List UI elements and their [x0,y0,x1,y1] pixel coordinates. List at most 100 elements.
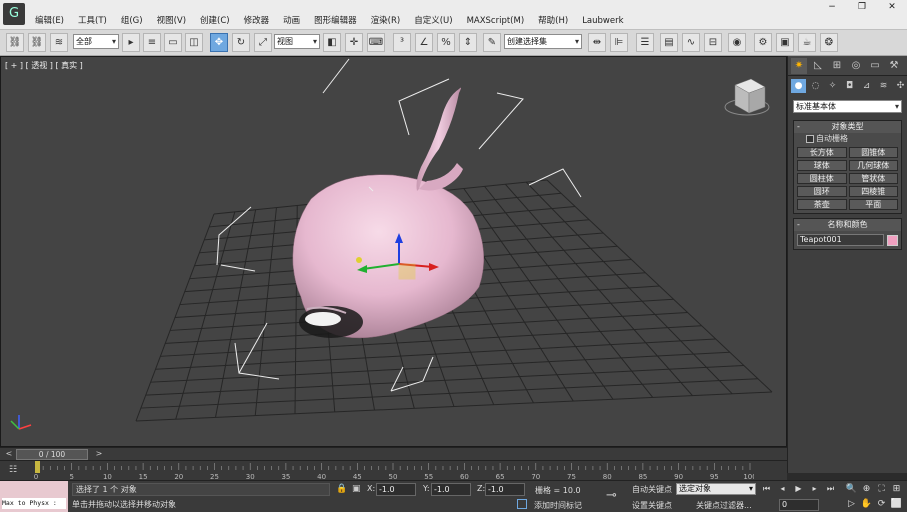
object-type-header[interactable]: 对象类型 [794,121,901,133]
rendered-frame-icon[interactable]: ▣ [776,33,794,52]
orbit-icon[interactable]: ⟳ [874,498,889,510]
goto-start-icon[interactable]: ⏮ [760,483,773,495]
shapes-icon[interactable]: ◌ [808,79,823,93]
helpers-icon[interactable]: ⊿ [859,79,874,93]
snaps-toggle-icon[interactable]: ³ [393,33,411,52]
link-icon[interactable]: ⛓ [6,33,24,52]
key-selection-dropdown[interactable]: 选定对象 [676,483,756,495]
perspective-viewport[interactable]: [ + ] [ 透视 ] [ 真实 ] [0,56,787,447]
set-key-icon[interactable]: ⊸ [606,488,617,503]
menu-item-7[interactable]: 图形编辑器 [307,14,364,28]
lights-icon[interactable]: ✧ [825,79,840,93]
primitive-button-9[interactable]: 平面 [848,199,898,210]
maxscript-listener[interactable]: Max to Physx : [0,481,68,512]
absolute-mode-icon[interactable]: ▣ [352,484,361,494]
align-icon[interactable]: ⊫ [610,33,628,52]
track-ruler[interactable]: 0 5 10 15 20 25 30 35 40 45 50 55 60 65 70 75 80 85 90 95 10… [34,461,754,481]
select-and-rotate-icon[interactable]: ↻ [232,33,250,52]
menu-item-3[interactable]: 视图(V) [150,14,193,28]
percent-snap-icon[interactable]: % [437,33,455,52]
selection-lock-icon[interactable]: 🔒 [336,484,347,494]
zoom-icon[interactable]: 🔍 [844,483,859,495]
current-frame-marker[interactable] [35,461,40,473]
time-slider[interactable]: < 0 / 100 > [0,447,787,460]
graphite-ribbon-icon[interactable]: ▤ [660,33,678,52]
goto-end-icon[interactable]: ⏭ [824,483,837,495]
mirror-icon[interactable]: ⇹ [588,33,606,52]
schematic-view-icon[interactable]: ⊟ [704,33,722,52]
primitive-button-2[interactable]: 球体 [797,160,847,171]
rectangular-selection-icon[interactable]: ▭ [164,33,182,52]
primitive-button-3[interactable]: 几何球体 [848,160,898,171]
reference-coord-dropdown[interactable]: 视图 [274,34,320,49]
primitive-button-8[interactable]: 茶壶 [797,199,847,210]
render-setup-icon[interactable]: ⚙ [754,33,772,52]
app-logo-icon[interactable]: G [3,3,25,25]
menu-item-6[interactable]: 动画 [276,14,307,28]
render-iterative-icon[interactable]: ❂ [820,33,838,52]
motion-tab-icon[interactable]: ◎ [848,58,864,74]
menu-item-5[interactable]: 修改器 [237,14,277,28]
menu-item-1[interactable]: 工具(T) [71,14,114,28]
time-tag-icon[interactable] [517,499,527,509]
add-time-tag[interactable]: 添加时间标记 [534,500,582,511]
primitive-button-0[interactable]: 长方体 [797,147,847,158]
select-and-move-icon[interactable]: ✥ [210,33,228,52]
menu-item-9[interactable]: 自定义(U) [407,14,459,28]
mini-curve-editor-icon[interactable]: ☷ [6,464,20,476]
scene-canvas[interactable] [1,57,787,447]
named-selection-dropdown[interactable]: 创建选择集 [504,34,582,49]
render-production-icon[interactable]: ☕ [798,33,816,52]
object-color-swatch[interactable] [887,234,898,246]
modify-tab-icon[interactable]: ◺ [810,58,826,74]
menu-item-10[interactable]: MAXScript(M) [460,14,532,28]
key-filters-button[interactable]: 关键点过滤器... [696,500,752,511]
pivot-center-icon[interactable]: ◧ [323,33,341,52]
select-by-name-icon[interactable]: ≡ [143,33,161,52]
restore-button[interactable]: ❐ [847,0,877,14]
primitive-button-5[interactable]: 管状体 [848,173,898,184]
display-tab-icon[interactable]: ▭ [867,58,883,74]
geometry-icon[interactable]: ● [791,79,806,93]
z-coord-input[interactable]: -1.0 [485,483,525,496]
minimize-button[interactable]: − [817,0,847,14]
current-frame-input[interactable]: 0 [779,499,819,511]
unlink-icon[interactable]: ⛓ [28,33,46,52]
viewport-label[interactable]: [ + ] [ 透视 ] [ 真实 ] [5,60,83,71]
primitive-button-6[interactable]: 圆环 [797,186,847,197]
layer-manager-icon[interactable]: ☰ [636,33,654,52]
time-slider-thumb[interactable]: 0 / 100 [16,449,88,460]
checkbox-box[interactable] [806,135,814,143]
edit-named-selection-icon[interactable]: ✎ [483,33,501,52]
menu-item-0[interactable]: 编辑(E) [28,14,71,28]
zoom-extents-all-icon[interactable]: ⊞ [889,483,904,495]
field-of-view-icon[interactable]: ▷ [844,498,859,510]
spinner-snap-icon[interactable]: ⇕ [459,33,477,52]
menu-item-8[interactable]: 渲染(R) [364,14,408,28]
hierarchy-tab-icon[interactable]: ⊞ [829,58,845,74]
pan-icon[interactable]: ✋ [859,498,874,510]
object-name-input[interactable]: Teapot001 [797,234,885,246]
x-coord-input[interactable]: -1.0 [376,483,416,496]
primitive-button-7[interactable]: 四棱锥 [848,186,898,197]
prev-frame-icon[interactable]: ◂ [776,483,789,495]
primitive-type-dropdown[interactable]: 标准基本体 [793,100,902,113]
bind-space-warp-icon[interactable]: ≋ [50,33,68,52]
viewcube-icon[interactable] [724,78,770,116]
menu-item-11[interactable]: 帮助(H) [531,14,575,28]
create-tab-icon[interactable]: ✷ [791,58,807,74]
angle-snap-icon[interactable]: ∠ [415,33,433,52]
space-warps-icon[interactable]: ≋ [876,79,891,93]
set-key-label[interactable]: 设置关键点 [632,500,672,511]
systems-icon[interactable]: ✣ [893,79,907,93]
selection-filter-dropdown[interactable]: 全部 [73,34,119,49]
autogrid-checkbox[interactable]: 自动栅格 [794,133,901,145]
next-frame-icon[interactable]: ▸ [808,483,821,495]
name-color-header[interactable]: 名称和颜色 [794,219,901,231]
track-bar[interactable]: ☷ 0 5 10 15 20 25 30 35 40 45 50 55 60 65 70 75 80 85 90 95… [0,460,787,481]
window-crossing-icon[interactable]: ◫ [185,33,203,52]
select-and-scale-icon[interactable]: ⤢ [254,33,272,52]
zoom-extents-icon[interactable]: ⛶ [874,483,889,495]
time-next-button[interactable]: > [92,449,106,459]
curve-editor-icon[interactable]: ∿ [682,33,700,52]
